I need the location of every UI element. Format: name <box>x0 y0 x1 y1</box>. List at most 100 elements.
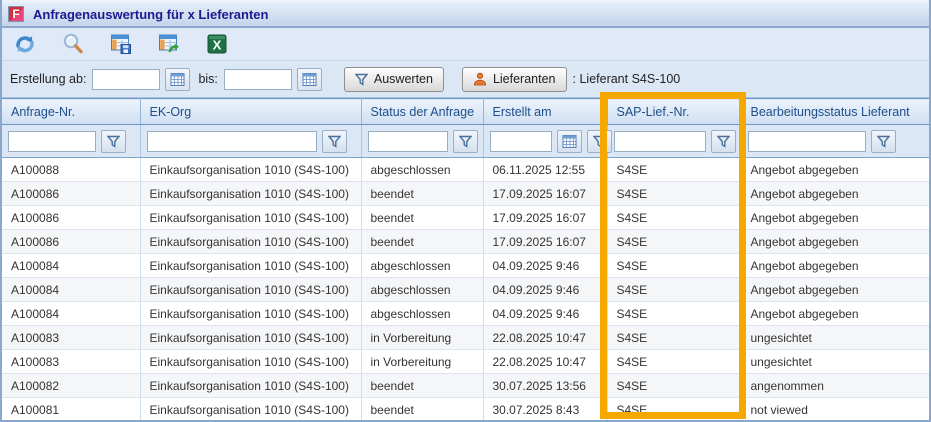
cell[interactable]: beendet <box>361 374 483 398</box>
cell[interactable]: A100082 <box>2 374 140 398</box>
cell[interactable]: Einkaufsorganisation 1010 (S4S-100) <box>140 326 361 350</box>
cell[interactable]: Einkaufsorganisation 1010 (S4S-100) <box>140 374 361 398</box>
cell[interactable]: A100086 <box>2 206 140 230</box>
cell[interactable]: 17.09.2025 16:07 <box>483 182 607 206</box>
cell[interactable]: in Vorbereitung <box>361 350 483 374</box>
cell[interactable]: A100084 <box>2 254 140 278</box>
cell[interactable]: ungesichtet <box>741 326 929 350</box>
column-header-bearbeitungsstatus[interactable]: Bearbeitungsstatus Lieferant <box>741 99 929 125</box>
cell[interactable]: Einkaufsorganisation 1010 (S4S-100) <box>140 398 361 422</box>
cell[interactable]: 04.09.2025 9:46 <box>483 302 607 326</box>
filter-funnel-icon[interactable] <box>453 130 478 153</box>
filter-input-status[interactable] <box>368 131 448 152</box>
cell[interactable]: Einkaufsorganisation 1010 (S4S-100) <box>140 302 361 326</box>
lieferanten-button[interactable]: Lieferanten <box>462 67 567 92</box>
table-row[interactable]: A100084Einkaufsorganisation 1010 (S4S-10… <box>2 278 929 302</box>
cell[interactable]: Einkaufsorganisation 1010 (S4S-100) <box>140 158 361 182</box>
cell[interactable]: Angebot abgegeben <box>741 230 929 254</box>
cell[interactable]: abgeschlossen <box>361 302 483 326</box>
column-header-ek-org[interactable]: EK-Org <box>140 99 361 125</box>
cell[interactable]: not viewed <box>741 398 929 422</box>
cell[interactable]: Angebot abgegeben <box>741 254 929 278</box>
table-row[interactable]: A100086Einkaufsorganisation 1010 (S4S-10… <box>2 206 929 230</box>
cell[interactable]: 17.09.2025 16:07 <box>483 206 607 230</box>
cell[interactable]: A100086 <box>2 230 140 254</box>
cell[interactable]: S4SE <box>607 230 741 254</box>
calendar-icon[interactable] <box>297 68 322 91</box>
cell[interactable]: S4SE <box>607 158 741 182</box>
cell[interactable]: Einkaufsorganisation 1010 (S4S-100) <box>140 230 361 254</box>
cell[interactable]: S4SE <box>607 398 741 422</box>
cell[interactable]: Angebot abgegeben <box>741 206 929 230</box>
export-table-layout-icon[interactable] <box>156 31 182 57</box>
save-table-layout-icon[interactable] <box>108 31 134 57</box>
cell[interactable]: S4SE <box>607 182 741 206</box>
table-row[interactable]: A100082Einkaufsorganisation 1010 (S4S-10… <box>2 374 929 398</box>
cell[interactable]: Angebot abgegeben <box>741 158 929 182</box>
column-header-erstellt-am[interactable]: Erstellt am <box>483 99 607 125</box>
cell[interactable]: abgeschlossen <box>361 158 483 182</box>
filter-input-erstellt-am[interactable] <box>490 131 552 152</box>
cell[interactable]: A100084 <box>2 278 140 302</box>
cell[interactable]: S4SE <box>607 278 741 302</box>
cell[interactable]: abgeschlossen <box>361 254 483 278</box>
cell[interactable]: S4SE <box>607 302 741 326</box>
table-row[interactable]: A100083Einkaufsorganisation 1010 (S4S-10… <box>2 350 929 374</box>
excel-export-icon[interactable]: X <box>204 31 230 57</box>
cell[interactable]: A100083 <box>2 350 140 374</box>
cell[interactable]: 30.07.2025 8:43 <box>483 398 607 422</box>
cell[interactable]: beendet <box>361 206 483 230</box>
filter-funnel-icon[interactable] <box>711 130 736 153</box>
cell[interactable]: 04.09.2025 9:46 <box>483 254 607 278</box>
filter-funnel-icon[interactable] <box>871 130 896 153</box>
table-row[interactable]: A100086Einkaufsorganisation 1010 (S4S-10… <box>2 182 929 206</box>
table-row[interactable]: A100083Einkaufsorganisation 1010 (S4S-10… <box>2 326 929 350</box>
cell[interactable]: A100084 <box>2 302 140 326</box>
cell[interactable]: 22.08.2025 10:47 <box>483 350 607 374</box>
filter-input-anfrage-nr[interactable] <box>8 131 96 152</box>
cell[interactable]: 30.07.2025 13:56 <box>483 374 607 398</box>
search-icon[interactable] <box>60 31 86 57</box>
filter-funnel-icon[interactable] <box>587 130 612 153</box>
column-header-sap-lief-nr[interactable]: SAP-Lief.-Nr. <box>607 99 741 125</box>
refresh-icon[interactable] <box>12 31 38 57</box>
cell[interactable]: Angebot abgegeben <box>741 302 929 326</box>
cell[interactable]: beendet <box>361 398 483 422</box>
table-row[interactable]: A100084Einkaufsorganisation 1010 (S4S-10… <box>2 302 929 326</box>
cell[interactable]: in Vorbereitung <box>361 326 483 350</box>
table-row[interactable]: A100081Einkaufsorganisation 1010 (S4S-10… <box>2 398 929 422</box>
cell[interactable]: A100083 <box>2 326 140 350</box>
filter-funnel-icon[interactable] <box>101 130 126 153</box>
cell[interactable]: 04.09.2025 9:46 <box>483 278 607 302</box>
cell[interactable]: beendet <box>361 230 483 254</box>
cell[interactable]: angenommen <box>741 374 929 398</box>
cell[interactable]: Einkaufsorganisation 1010 (S4S-100) <box>140 254 361 278</box>
filter-input-bearbeitungsstatus[interactable] <box>748 131 866 152</box>
cell[interactable]: A100081 <box>2 398 140 422</box>
column-header-anfrage-nr[interactable]: Anfrage-Nr. <box>2 99 140 125</box>
table-row[interactable]: A100086Einkaufsorganisation 1010 (S4S-10… <box>2 230 929 254</box>
auswerten-button[interactable]: Auswerten <box>344 67 444 92</box>
cell[interactable]: ungesichtet <box>741 350 929 374</box>
cell[interactable]: S4SE <box>607 326 741 350</box>
column-header-status-der-anfrage[interactable]: Status der Anfrage <box>361 99 483 125</box>
cell[interactable]: abgeschlossen <box>361 278 483 302</box>
cell[interactable]: Einkaufsorganisation 1010 (S4S-100) <box>140 182 361 206</box>
cell[interactable]: Einkaufsorganisation 1010 (S4S-100) <box>140 278 361 302</box>
cell[interactable]: beendet <box>361 182 483 206</box>
cell[interactable]: Angebot abgegeben <box>741 278 929 302</box>
cell[interactable]: S4SE <box>607 254 741 278</box>
cell[interactable]: S4SE <box>607 206 741 230</box>
cell[interactable]: Einkaufsorganisation 1010 (S4S-100) <box>140 350 361 374</box>
cell[interactable]: 22.08.2025 10:47 <box>483 326 607 350</box>
filter-input-sap-lief-nr[interactable] <box>614 131 706 152</box>
table-row[interactable]: A100088Einkaufsorganisation 1010 (S4S-10… <box>2 158 929 182</box>
cell[interactable]: S4SE <box>607 350 741 374</box>
cell[interactable]: A100086 <box>2 182 140 206</box>
cell[interactable]: Einkaufsorganisation 1010 (S4S-100) <box>140 206 361 230</box>
cell[interactable]: 06.11.2025 12:55 <box>483 158 607 182</box>
bis-input[interactable] <box>224 69 292 90</box>
filter-input-ek-org[interactable] <box>147 131 317 152</box>
calendar-icon[interactable] <box>557 130 582 153</box>
cell[interactable]: A100088 <box>2 158 140 182</box>
